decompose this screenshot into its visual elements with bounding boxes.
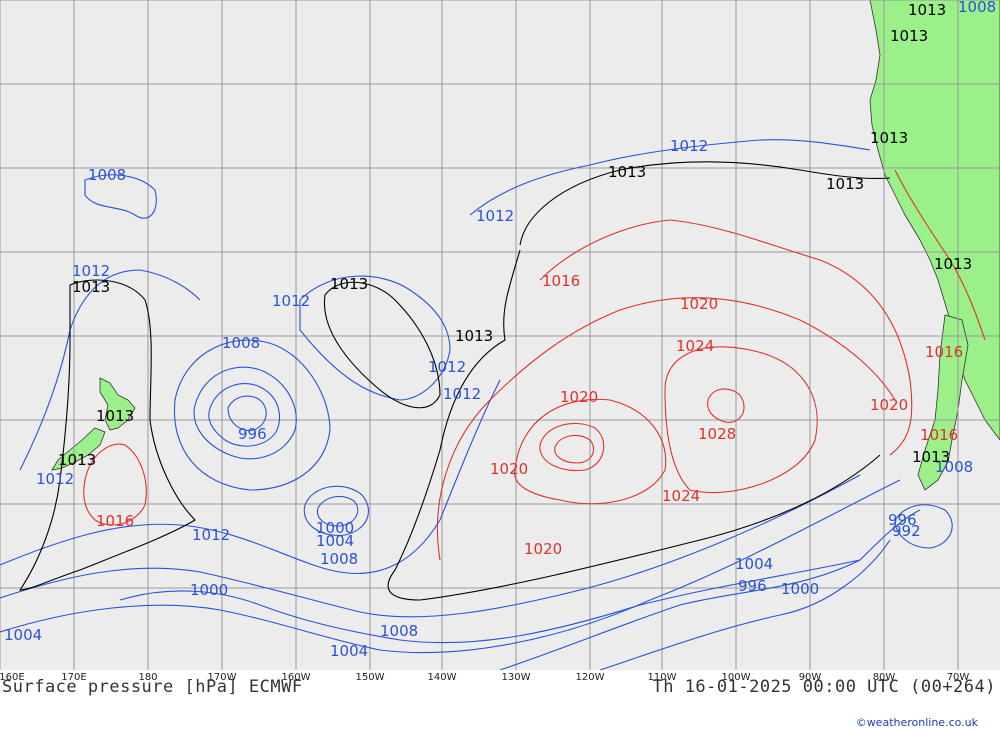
- label-1000: 1000: [781, 580, 819, 598]
- label-1008: 1008: [380, 622, 418, 640]
- label-1004: 1004: [735, 555, 773, 573]
- label-1000: 1000: [190, 581, 228, 599]
- map-title: Surface pressure [hPa] ECMWF: [2, 677, 303, 697]
- map-canvas: 1008 1012 1012 1012 1012 1012 1012 1012 …: [0, 0, 1000, 670]
- reference-isobars: [18, 161, 891, 601]
- isobar-1012-nz: [19, 269, 201, 471]
- map-footer: 160E 170E 180 170W 160W 150W 140W 130W 120W 110W 1…: [0, 670, 1000, 733]
- label-1012: 1012: [272, 292, 310, 310]
- label-1016: 1016: [925, 343, 963, 361]
- label-1016: 1016: [96, 512, 134, 530]
- label-1024: 1024: [662, 487, 700, 505]
- label-1012: 1012: [476, 207, 514, 225]
- isobar-1013-nz: [18, 279, 196, 591]
- label-1012: 1012: [670, 137, 708, 155]
- label-1016: 1016: [542, 272, 580, 290]
- isobar-1012-mid: [299, 275, 451, 401]
- label-1004: 1004: [4, 626, 42, 644]
- isobar-1008-south: [0, 474, 861, 618]
- longitude-label: 130W: [501, 672, 531, 683]
- label-1020: 1020: [870, 396, 908, 414]
- label-1013: 1013: [934, 255, 972, 273]
- isobar-1012-south: [0, 379, 501, 574]
- label-1028: 1028: [698, 425, 736, 443]
- label-1013: 1013: [455, 327, 493, 345]
- isobar-1013-central: [387, 249, 881, 601]
- pressure-map: 1008 1012 1012 1012 1012 1012 1012 1012 …: [0, 0, 1000, 670]
- label-1004: 1004: [330, 642, 368, 660]
- isobar-1028: [707, 388, 745, 423]
- label-1013: 1013: [890, 27, 928, 45]
- isobar-1020-ring-a: [539, 422, 605, 472]
- label-1012: 1012: [36, 470, 74, 488]
- label-1020: 1020: [680, 295, 718, 313]
- label-1008: 1008: [222, 334, 260, 352]
- label-1012: 1012: [443, 385, 481, 403]
- label-1013: 1013: [912, 448, 950, 466]
- isobar-1013-loop: [323, 281, 441, 409]
- isobar-1008-mid: [173, 339, 331, 491]
- label-1013: 1013: [72, 278, 110, 296]
- label-996: 996: [238, 425, 267, 443]
- label-1013: 1013: [58, 451, 96, 469]
- isobar-1020-ring-b: [554, 434, 595, 464]
- high-isobars: [83, 169, 986, 561]
- label-1013: 1013: [826, 175, 864, 193]
- label-1016: 1016: [920, 426, 958, 444]
- isobar-996-south: [499, 509, 921, 670]
- label-1024: 1024: [676, 337, 714, 355]
- longitude-label: 140W: [427, 672, 457, 683]
- label-1020: 1020: [490, 460, 528, 478]
- label-1008: 1008: [320, 550, 358, 568]
- valid-time: Th 16-01-2025 00:00 UTC (00+264): [652, 677, 996, 697]
- longitude-label: 120W: [575, 672, 605, 683]
- label-1020: 1020: [524, 540, 562, 558]
- label-992: 992: [892, 522, 921, 540]
- graticule: [0, 0, 1000, 670]
- label-1008: 1008: [88, 166, 126, 184]
- label-1013: 1013: [870, 129, 908, 147]
- label-1020: 1020: [560, 388, 598, 406]
- label-1008: 1008: [958, 0, 996, 16]
- label-1013: 1013: [908, 1, 946, 19]
- south-america-land: [869, 0, 1000, 441]
- label-996: 996: [738, 577, 767, 595]
- label-1012: 1012: [192, 526, 230, 544]
- isobar-1020-outer: [436, 297, 896, 561]
- credit-link[interactable]: ©weatheronline.co.uk: [856, 716, 978, 729]
- longitude-label: 150W: [355, 672, 385, 683]
- isobar-labels: 1008 1012 1012 1012 1012 1012 1012 1012 …: [4, 0, 996, 660]
- label-1012: 1012: [428, 358, 466, 376]
- label-1013: 1013: [96, 407, 134, 425]
- label-1004: 1004: [316, 532, 354, 550]
- label-1013: 1013: [608, 163, 646, 181]
- label-1013: 1013: [330, 275, 368, 293]
